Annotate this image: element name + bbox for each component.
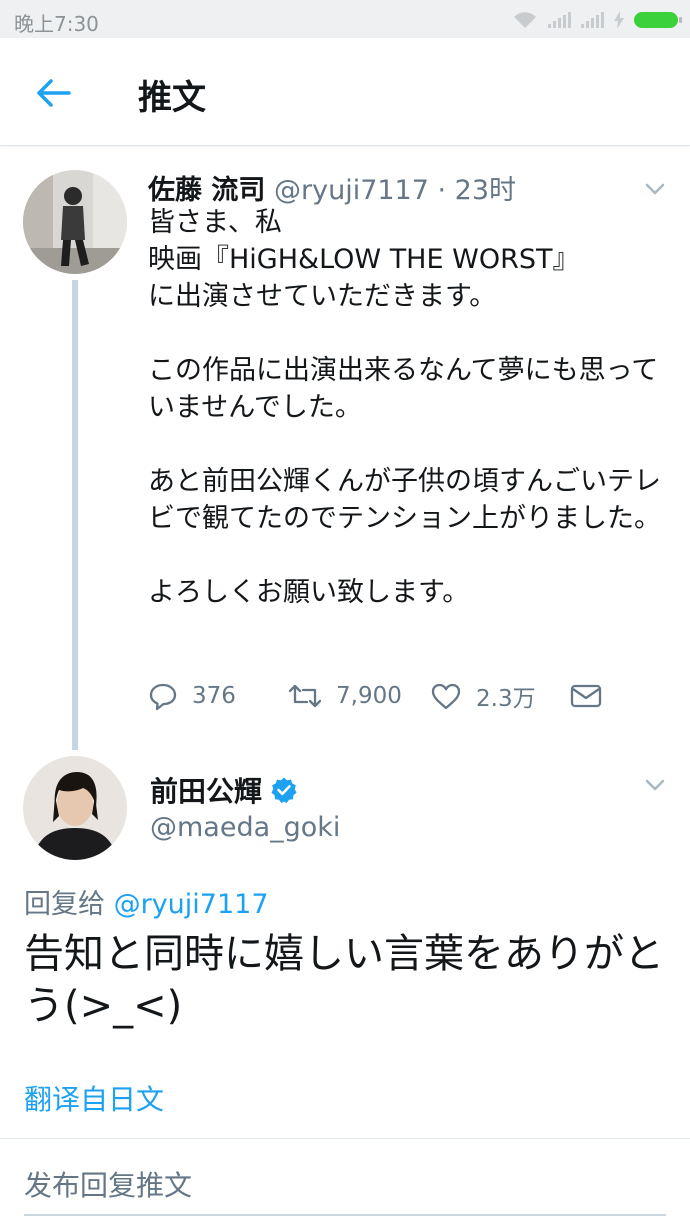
like-count: 2.3万	[476, 686, 536, 712]
reply-icon	[149, 683, 177, 711]
tweet2-chevron-down-icon[interactable]	[642, 772, 668, 798]
tweet1-actions: 376 7,900 2.3万	[148, 676, 602, 716]
tweet1-chevron-down-icon[interactable]	[642, 176, 668, 202]
tweet2-author-name[interactable]: 前田公輝	[150, 770, 262, 810]
battery-icon	[634, 12, 682, 28]
tweet1-handle-time: @ryuji7117 · 23时	[274, 175, 517, 206]
thread-line	[72, 280, 78, 750]
envelope-icon	[570, 684, 602, 708]
tweet1-author-name[interactable]: 佐藤 流司	[148, 175, 265, 206]
reply-to-prefix: 回复给	[24, 889, 114, 920]
reply-to-handle-link[interactable]: @ryuji7117	[114, 889, 269, 920]
verified-badge-icon	[271, 777, 297, 803]
translate-link[interactable]: 翻译自日文	[24, 1078, 164, 1118]
avatar-maeda[interactable]	[23, 756, 127, 860]
status-icons	[512, 10, 682, 30]
page-title: 推文	[138, 78, 206, 118]
tweet2-text: 告知と同時に嬉しい言葉をありがとう(>_<)	[24, 931, 664, 1029]
back-arrow-icon	[37, 79, 71, 107]
status-bar: 晚上7:30	[0, 0, 690, 38]
tweet1-text: 皆さま、私 映画『HiGH&LOW THE WORST』 に出演させていただきま…	[148, 207, 661, 608]
avatar-ryuji[interactable]	[23, 170, 127, 274]
tweet2-name-row: 前田公輝	[150, 770, 298, 810]
retweet-icon	[288, 684, 322, 708]
reply-action[interactable]: 376	[148, 681, 288, 711]
signal-icon	[548, 12, 571, 28]
heart-icon	[431, 683, 461, 710]
reply-count: 376	[192, 683, 236, 709]
signal-icon-2	[581, 12, 604, 28]
tweet2-handle: @maeda_goki	[150, 812, 341, 843]
reply-to-line: 回复给 @ryuji7117	[24, 882, 269, 921]
tweet1-header: 佐藤 流司 @ryuji7117 · 23时	[148, 168, 516, 207]
status-time: 晚上7:30	[14, 12, 99, 36]
divider	[0, 1138, 690, 1139]
wifi-icon	[514, 12, 536, 28]
retweet-action[interactable]: 7,900	[288, 682, 430, 710]
retweet-count: 7,900	[336, 683, 402, 709]
like-action[interactable]: 2.3万	[430, 679, 570, 713]
charging-icon	[614, 11, 624, 29]
app-header: 推文	[0, 38, 690, 146]
dm-action[interactable]	[570, 683, 602, 709]
reply-input[interactable]	[24, 1150, 666, 1216]
back-button[interactable]	[28, 68, 78, 118]
